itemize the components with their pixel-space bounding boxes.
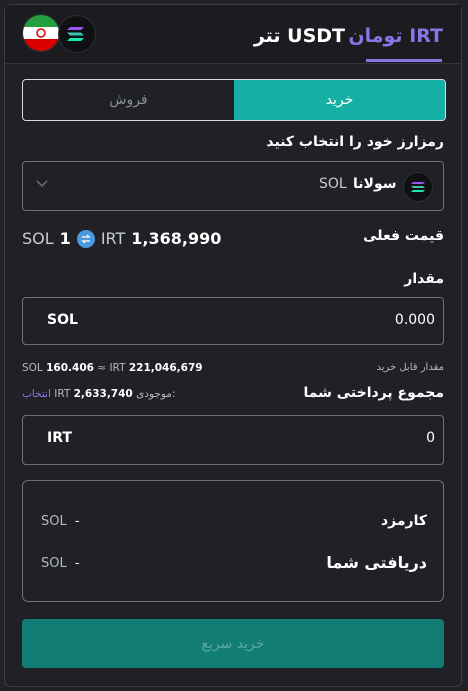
quantity-label: مقدار <box>404 271 444 287</box>
receive-value: SOL - <box>41 556 80 571</box>
quick-buy-button[interactable]: خرید سریع <box>22 619 444 668</box>
price-unit: IRT <box>100 229 126 248</box>
total-value: 0 <box>426 430 435 446</box>
iran-flag-icon <box>22 14 60 52</box>
buy-tab[interactable]: خرید <box>234 80 445 120</box>
select-crypto-label: رمزارز خود را انتخاب کنید <box>266 134 444 150</box>
receive-unit: SOL <box>41 556 67 571</box>
quantity-unit: SOL <box>47 312 78 328</box>
fee-unit: SOL <box>41 514 67 529</box>
price-amount: 1 <box>59 229 71 248</box>
buyable-label: مقدار قابل خرید <box>376 362 444 373</box>
solana-badge-icon <box>58 15 96 53</box>
price-amount-unit: SOL <box>22 229 54 248</box>
sell-tab[interactable]: فروش <box>23 80 234 120</box>
approx-sign: ≈ <box>97 362 107 374</box>
total-payment-input[interactable]: IRT 0 <box>22 415 444 465</box>
current-price-value: SOL 1 IRT 1,368,990 <box>22 229 221 248</box>
fee-label: کارمزد <box>380 513 427 529</box>
fee-value: SOL - <box>41 514 80 529</box>
crypto-symbol: SOL <box>319 176 347 192</box>
balance-row: انتخاب IRT 2,633,740 موجودی: <box>22 388 175 400</box>
price-value: 1,368,990 <box>131 229 222 248</box>
quantity-input[interactable]: SOL 0.000 <box>22 297 444 345</box>
receive-amount: - <box>74 556 80 571</box>
fee-summary-box: کارمزد SOL - دریافتی شما SOL - <box>22 480 444 602</box>
tab-usdt[interactable]: تتر USDT <box>254 25 345 47</box>
buyable-sol-value: 160.406 <box>46 362 94 374</box>
total-unit: IRT <box>47 430 72 446</box>
trade-type-toggle: فروش خرید <box>22 79 446 121</box>
chevron-down-icon <box>33 174 51 192</box>
crypto-select[interactable]: SOL سولانا <box>22 161 444 211</box>
tab-irt[interactable]: تومان IRT <box>348 25 443 47</box>
current-price-label: قیمت فعلی <box>363 228 444 244</box>
fee-amount: - <box>74 514 80 529</box>
buyable-value: SOL 160.406 ≈ IRT 221,046,679 <box>22 362 203 374</box>
balance-label: موجودی: <box>136 388 176 400</box>
balance-select-link[interactable]: انتخاب <box>22 388 51 400</box>
crypto-name: سولانا <box>353 176 397 192</box>
receive-label: دریافتی شما <box>326 553 427 572</box>
balance-unit: IRT <box>54 388 71 400</box>
buyable-irt-unit: IRT <box>109 362 126 374</box>
quantity-value: 0.000 <box>394 312 435 328</box>
total-payment-label: مجموع پرداختی شما <box>303 385 444 401</box>
swap-icon <box>76 229 95 248</box>
buyable-sol-unit: SOL <box>22 362 43 374</box>
buyable-irt-value: 221,046,679 <box>128 362 203 374</box>
solana-icon <box>403 172 433 202</box>
active-tab-indicator <box>366 59 442 62</box>
balance-value: 2,633,740 <box>73 388 133 400</box>
